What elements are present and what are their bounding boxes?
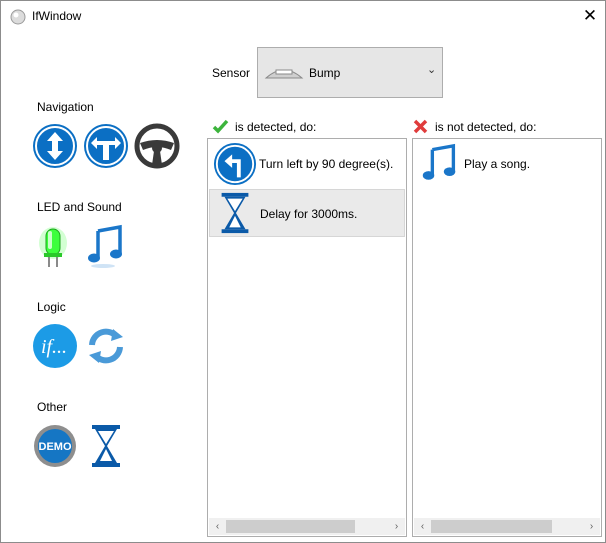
green-led-icon[interactable]	[32, 223, 78, 269]
scroll-right-icon[interactable]: ›	[388, 518, 405, 535]
scroll-left-icon[interactable]: ‹	[209, 518, 226, 535]
title-bar: IfWindow ✕	[1, 1, 605, 32]
logic-heading: Logic	[37, 300, 66, 314]
up-down-arrow-icon[interactable]	[32, 123, 78, 169]
list-item-text: Delay for 3000ms.	[260, 207, 358, 221]
list-item[interactable]: Turn left by 90 degree(s).	[209, 140, 405, 188]
detected-header-text: is detected, do:	[235, 119, 317, 134]
scrollbar-thumb[interactable]	[431, 520, 552, 533]
hourglass-icon[interactable]	[83, 423, 129, 469]
detected-action-list[interactable]: Turn left by 90 degree(s). Delay for 300…	[207, 138, 407, 537]
checkmark-icon	[212, 119, 229, 134]
other-heading: Other	[37, 400, 68, 414]
turn-left-icon	[213, 142, 257, 186]
list-item[interactable]: Delay for 3000ms.	[209, 189, 405, 237]
chevron-down-icon: ⌄	[427, 64, 437, 76]
sensor-dropdown[interactable]: Bump ⌄	[257, 47, 443, 98]
x-mark-icon	[413, 119, 428, 134]
close-icon: ✕	[582, 6, 598, 25]
svg-text:if...: if...	[41, 336, 67, 358]
list-item-text: Play a song.	[464, 157, 531, 171]
not-detected-action-list[interactable]: Play a song. ‹ ›	[412, 138, 602, 537]
if-window: IfWindow ✕ Navigation LED and Sound Logi…	[0, 0, 606, 543]
steering-wheel-icon[interactable]	[134, 123, 180, 169]
demo-icon[interactable]: DEMO	[32, 423, 78, 469]
list-item-text: Turn left by 90 degree(s).	[259, 157, 394, 171]
close-button[interactable]: ✕	[575, 1, 605, 31]
not-detected-header-text: is not detected, do:	[435, 119, 537, 134]
if-icon[interactable]: if...	[32, 323, 78, 369]
sensor-selected-value: Bump	[309, 66, 341, 80]
horizontal-scrollbar[interactable]: ‹ ›	[414, 518, 600, 535]
not-detected-header: is not detected, do:	[412, 118, 536, 135]
led-sound-heading: LED and Sound	[37, 200, 122, 214]
sensor-label: Sensor	[212, 66, 251, 80]
list-item[interactable]: Play a song.	[414, 140, 600, 188]
horizontal-scrollbar[interactable]: ‹ ›	[209, 518, 405, 535]
music-note-icon	[422, 143, 456, 180]
svg-text:DEMO: DEMO	[39, 441, 72, 453]
navigation-heading: Navigation	[37, 100, 94, 114]
scroll-right-icon[interactable]: ›	[583, 518, 600, 535]
music-note-icon[interactable]	[83, 223, 129, 269]
bump-sensor-icon	[264, 69, 304, 79]
app-icon	[10, 9, 26, 25]
hourglass-icon	[221, 192, 249, 234]
loop-icon[interactable]	[83, 323, 129, 369]
scroll-left-icon[interactable]: ‹	[414, 518, 431, 535]
window-title: IfWindow	[32, 9, 82, 23]
detected-header: is detected, do:	[212, 118, 316, 135]
fork-arrow-icon[interactable]	[83, 123, 129, 169]
scrollbar-thumb[interactable]	[226, 520, 355, 533]
